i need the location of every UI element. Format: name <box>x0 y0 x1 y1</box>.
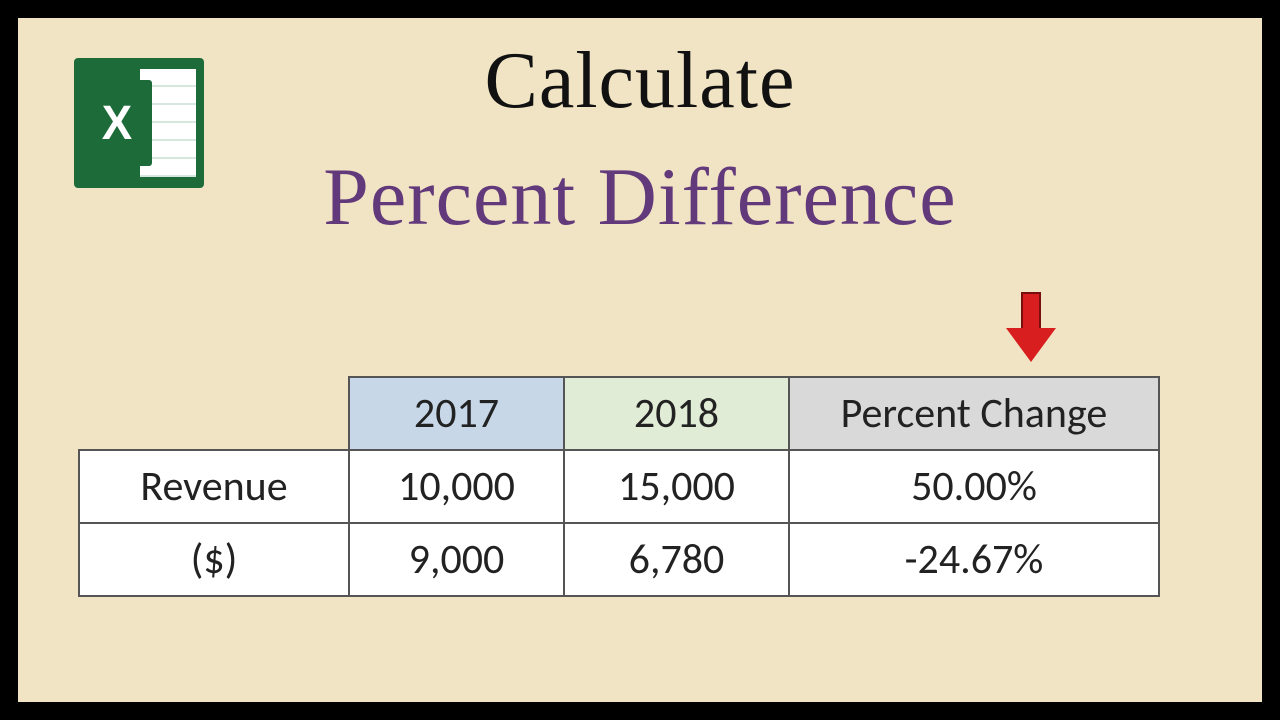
cell-2017: 9,000 <box>349 523 564 596</box>
table-row: ($) 9,000 6,780 -24.67% <box>79 523 1159 596</box>
table-header-row: 2017 2018 Percent Change <box>79 377 1159 450</box>
header-percent-change: Percent Change <box>789 377 1159 450</box>
cell-2018: 15,000 <box>564 450 789 523</box>
empty-corner-cell <box>79 377 349 450</box>
row-label-line-1: Revenue <box>79 450 349 523</box>
header-2018: 2018 <box>564 377 789 450</box>
data-table: 2017 2018 Percent Change Revenue 10,000 … <box>78 376 1160 597</box>
arrow-down-icon <box>1008 292 1054 366</box>
title-line-1: Calculate <box>18 36 1262 127</box>
outer-frame: X Calculate Percent Difference 2017 2018… <box>0 0 1280 720</box>
cell-2017: 10,000 <box>349 450 564 523</box>
table-row: Revenue 10,000 15,000 50.00% <box>79 450 1159 523</box>
slide-canvas: X Calculate Percent Difference 2017 2018… <box>18 18 1262 702</box>
title-line-2: Percent Difference <box>18 150 1262 244</box>
header-2017: 2017 <box>349 377 564 450</box>
cell-percent-change: -24.67% <box>789 523 1159 596</box>
cell-2018: 6,780 <box>564 523 789 596</box>
row-label-line-2: ($) <box>79 523 349 596</box>
cell-percent-change: 50.00% <box>789 450 1159 523</box>
